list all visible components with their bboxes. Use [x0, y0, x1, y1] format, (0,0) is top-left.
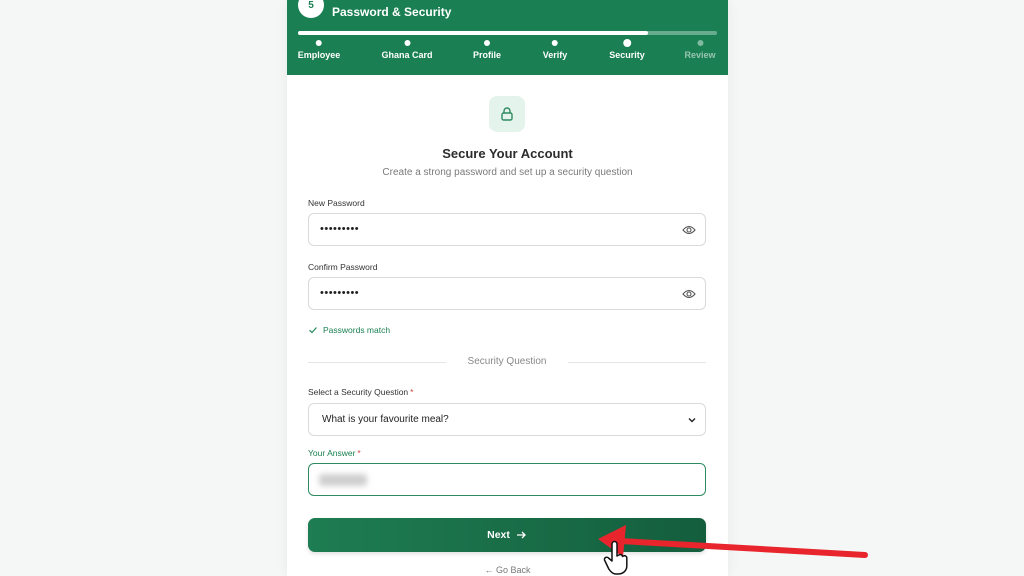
- step-label: Verify: [542, 50, 568, 60]
- annotation-arrow-icon: [598, 525, 868, 558]
- step-dot: [403, 40, 410, 46]
- step-employee: Employee: [297, 40, 341, 60]
- go-back-label: Go Back: [496, 565, 531, 575]
- eye-icon[interactable]: [682, 288, 696, 300]
- divider-line: [568, 362, 706, 363]
- step-dot: [623, 39, 631, 47]
- step-number-badge: 5: [298, 0, 324, 18]
- step-dot: [552, 40, 558, 46]
- new-password-label: New Password: [308, 198, 365, 208]
- hand-cursor-icon: [603, 540, 628, 575]
- required-asterisk: *: [357, 448, 361, 458]
- step-label: Review: [684, 50, 716, 60]
- confirm-password-label: Confirm Password: [308, 262, 378, 272]
- registration-card: 5 Password & Security Employee Ghana Card…: [287, 0, 728, 576]
- step-profile: Profile: [473, 40, 501, 60]
- step-security: Security: [609, 39, 645, 60]
- arrow-right-icon: [516, 531, 526, 539]
- page-subtitle: Create a strong password and set up a se…: [382, 167, 633, 178]
- step-dot: [316, 40, 322, 46]
- security-question-select[interactable]: What is your favourite meal?: [308, 403, 706, 436]
- new-password-value: •••••••••: [320, 223, 360, 235]
- screen: 5 Password & Security Employee Ghana Card…: [0, 0, 1024, 576]
- step-ghana-card: Ghana Card: [381, 40, 433, 60]
- security-question-label: Select a Security Question *: [308, 387, 413, 397]
- step-label: Ghana Card: [381, 50, 433, 60]
- step-dot: [483, 40, 490, 46]
- step-label: Profile: [472, 50, 502, 60]
- section-divider: Security Question: [308, 355, 706, 369]
- security-question-label-text: Select a Security Question: [308, 387, 409, 397]
- step-label: Security: [609, 50, 645, 60]
- header-title: Password & Security: [332, 5, 452, 19]
- arrow-left-icon: ←: [484, 565, 496, 575]
- answer-label-text: Your Answer: [308, 448, 356, 458]
- password-match-text: Passwords match: [323, 325, 391, 335]
- confirm-password-field[interactable]: •••••••••: [308, 277, 706, 310]
- confirm-password-value: •••••••••: [320, 287, 360, 299]
- step-review: Review: [684, 40, 716, 60]
- page-title: Secure Your Account: [442, 146, 573, 161]
- lock-icon-tile: [489, 96, 525, 132]
- lock-icon: [501, 107, 513, 121]
- next-button-label: Next: [487, 529, 510, 541]
- progress-bar: [298, 31, 717, 35]
- check-icon: [309, 327, 317, 334]
- step-dot: [697, 40, 703, 46]
- step-header: 5 Password & Security Employee Ghana Card…: [287, 0, 728, 75]
- redacted-answer: [319, 474, 367, 486]
- step-verify: Verify: [542, 40, 568, 60]
- answer-label: Your Answer *: [308, 448, 361, 458]
- password-match-status: Passwords match: [308, 325, 390, 335]
- new-password-field[interactable]: •••••••••: [308, 213, 706, 246]
- progress-fill: [298, 31, 648, 35]
- eye-icon[interactable]: [682, 224, 696, 236]
- security-question-value: What is your favourite meal?: [322, 414, 449, 425]
- answer-input[interactable]: [308, 463, 706, 496]
- required-asterisk: *: [410, 387, 414, 397]
- step-label: Employee: [297, 50, 341, 60]
- chevron-down-icon: [688, 418, 696, 423]
